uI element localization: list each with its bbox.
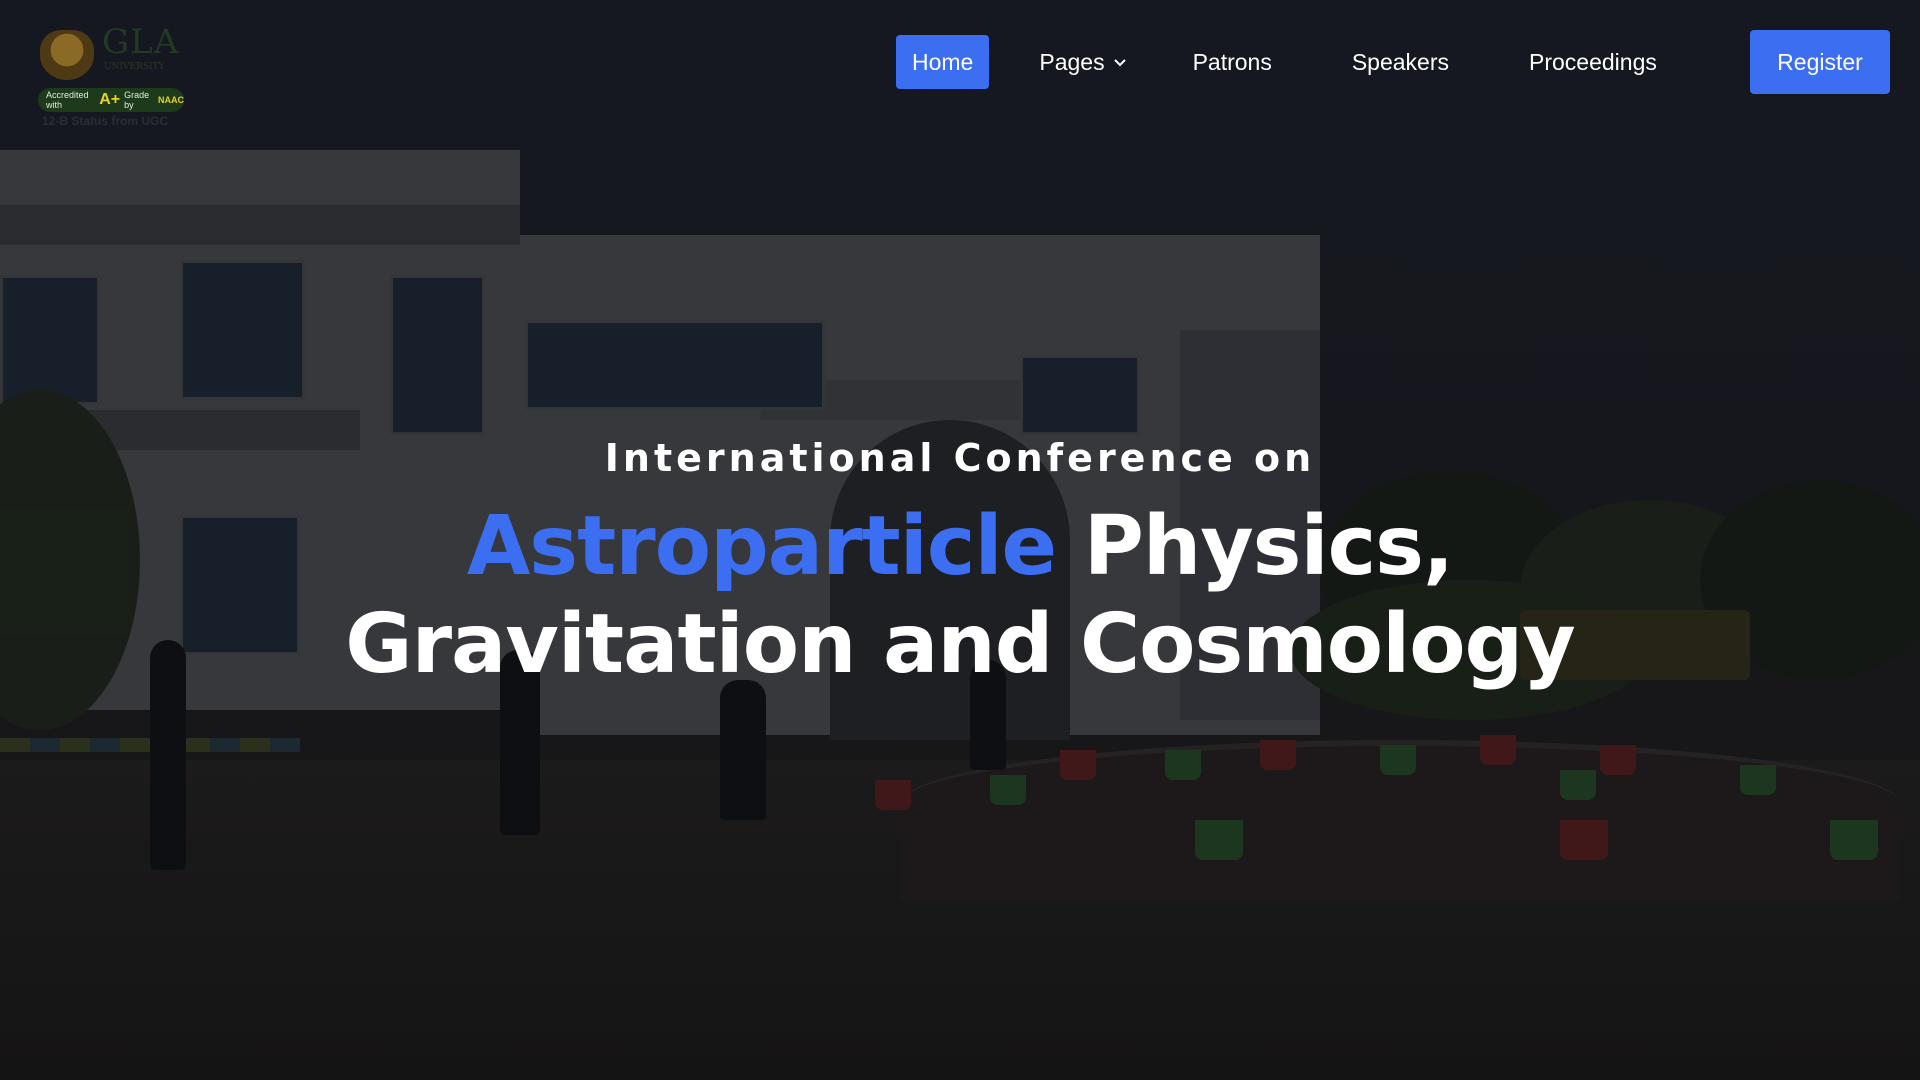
naac-badge: Accredited with A+ Grade by NAAC (38, 88, 184, 112)
hero-kicker: International Conference on (604, 436, 1316, 480)
nav-patrons-label: Patrons (1192, 48, 1272, 75)
chevron-down-icon (1113, 55, 1127, 72)
naac-grade: A+ (99, 91, 121, 108)
logo-subtitle: UNIVERSITY (104, 62, 165, 72)
headline-accent: Astroparticle (466, 499, 1057, 594)
main-navigation: Home Pages Patrons Speakers Proceedings (896, 34, 1723, 90)
naac-accreditor: NAAC (158, 95, 184, 105)
university-crest-icon (40, 30, 94, 80)
nav-pages[interactable]: Pages (1039, 35, 1126, 89)
naac-prefix: Accredited with (46, 90, 89, 110)
nav-proceedings-label: Proceedings (1529, 48, 1657, 75)
nav-proceedings[interactable]: Proceedings (1529, 35, 1657, 89)
headline-rest-line1: Physics, (1056, 499, 1454, 594)
headline-line-2: Gravitation and Cosmology (345, 597, 1575, 692)
university-logo[interactable]: GLA UNIVERSITY Accredited with A+ Grade … (36, 18, 186, 128)
nav-pages-label: Pages (1039, 48, 1105, 75)
ugc-status: 12-B Status from UGC (42, 114, 169, 128)
hero-content: International Conference on Astroparticl… (0, 436, 1920, 694)
headline-line-1: Astroparticle Physics, (0, 498, 1920, 596)
register-label: Register (1777, 48, 1863, 75)
register-button[interactable]: Register (1750, 30, 1890, 94)
nav-speakers-label: Speakers (1351, 48, 1450, 75)
nav-home-label: Home (912, 48, 974, 75)
naac-suffix: Grade by (124, 90, 150, 110)
hero-headline: Astroparticle Physics, Gravitation and C… (0, 498, 1920, 694)
logo-wordmark: GLA (102, 22, 180, 62)
nav-patrons[interactable]: Patrons (1193, 35, 1272, 89)
nav-speakers[interactable]: Speakers (1352, 35, 1449, 89)
nav-home[interactable]: Home (896, 35, 990, 89)
